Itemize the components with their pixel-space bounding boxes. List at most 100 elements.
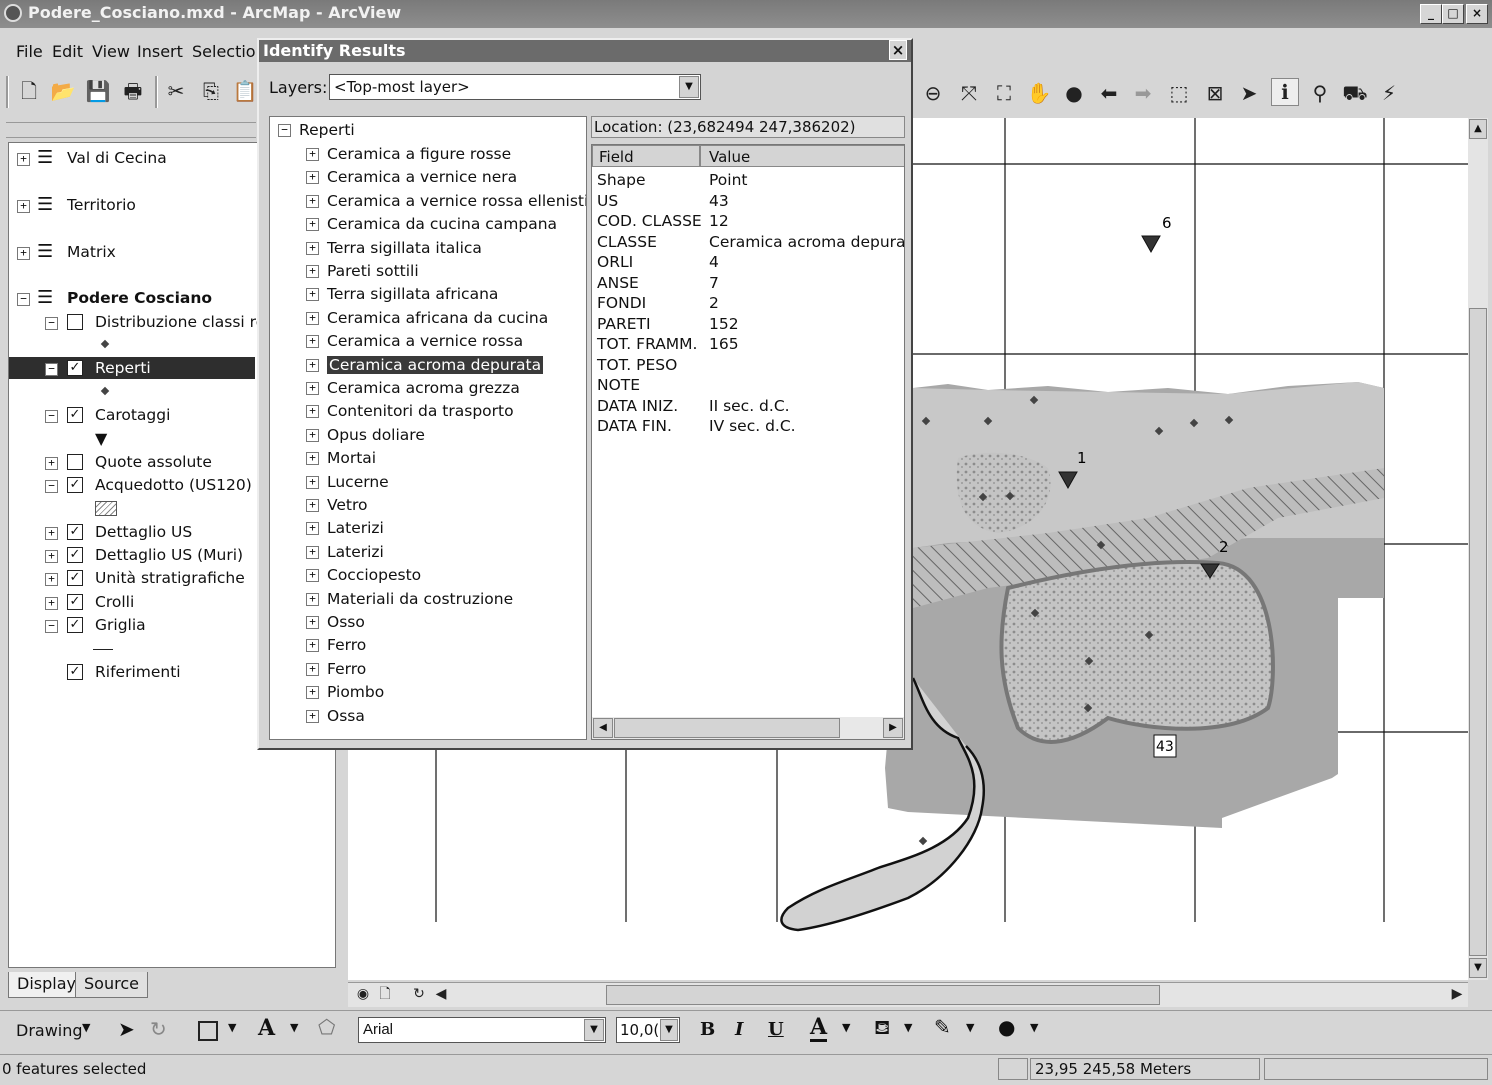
italic-button[interactable]: I — [735, 1019, 743, 1040]
expander[interactable]: + — [45, 550, 58, 563]
open-folder-icon[interactable]: 📂 — [50, 78, 76, 104]
expander[interactable]: + — [45, 573, 58, 586]
expand-icon[interactable]: + — [306, 358, 319, 372]
layer-unita-stratigrafiche[interactable]: Unità stratigrafiche — [95, 569, 245, 587]
chevron-down-icon[interactable]: ▼ — [679, 76, 699, 98]
chevron-down-icon[interactable]: ▼ — [660, 1019, 678, 1041]
expand-icon[interactable]: + — [306, 148, 319, 161]
expand-icon[interactable]: + — [306, 709, 319, 723]
bold-button[interactable]: B — [700, 1019, 715, 1040]
vertical-scrollbar[interactable]: ▲ ▼ — [1468, 118, 1488, 980]
tree-item[interactable]: + Ossa — [306, 707, 365, 725]
full-extent-globe-icon[interactable]: ● — [1061, 80, 1087, 106]
tree-item[interactable]: + Lucerne — [306, 473, 389, 491]
expand-icon[interactable]: + — [306, 335, 319, 349]
expand-icon[interactable]: + — [306, 241, 319, 255]
expander[interactable]: − — [45, 480, 58, 493]
layer-checkbox[interactable]: ✓ — [67, 360, 83, 376]
tree-item[interactable]: + Terra sigillata italica — [306, 239, 482, 257]
group-val-di-cecina[interactable]: Val di Cecina — [67, 149, 167, 167]
line-color-icon[interactable]: ✎ — [934, 1015, 951, 1039]
restore-button[interactable]: □ — [1442, 4, 1464, 24]
tree-item[interactable]: + Ferro — [306, 660, 366, 678]
close-window-button[interactable]: × — [1466, 4, 1488, 24]
tree-item[interactable]: + Opus doliare — [306, 426, 425, 444]
scroll-right-icon[interactable]: ▶ — [883, 718, 903, 738]
layer-checkbox[interactable]: ✓ — [67, 664, 83, 680]
paste-icon[interactable]: 📋 — [232, 78, 258, 104]
tree-item[interactable]: + Ceramica a vernice rossa ellenistica — [306, 192, 586, 210]
marker-color-icon[interactable]: ● — [998, 1015, 1015, 1039]
expand-icon[interactable]: + — [306, 686, 319, 700]
scroll-left-icon[interactable]: ◀ — [428, 981, 454, 1007]
layer-checkbox[interactable]: ✓ — [67, 570, 83, 586]
scroll-up-icon[interactable]: ▲ — [1469, 119, 1487, 139]
tab-source[interactable]: Source — [75, 972, 148, 998]
expand-icon[interactable]: + — [306, 522, 319, 536]
layer-reperti[interactable]: Reperti — [95, 359, 151, 377]
select-features-icon[interactable]: ⬚ — [1166, 80, 1192, 106]
layer-dettaglio-us-muri[interactable]: Dettaglio US (Muri) — [95, 546, 243, 564]
expand-icon[interactable]: + — [306, 662, 319, 676]
expand-icon[interactable]: + — [306, 428, 319, 442]
zoom-out-icon[interactable]: ⊖ — [920, 80, 946, 106]
layer-checkbox[interactable]: ✓ — [67, 594, 83, 610]
expand-icon[interactable]: + — [306, 218, 319, 232]
chevron-down-icon[interactable]: ▼ — [1030, 1021, 1038, 1034]
select-elements-arrow-icon[interactable]: ➤ — [1236, 80, 1262, 106]
group-territorio[interactable]: Territorio — [67, 196, 136, 214]
expander[interactable]: + — [45, 527, 58, 540]
layout-view-icon[interactable]: 🗋 — [372, 981, 398, 1007]
clear-selection-icon[interactable]: ⊠ — [1202, 80, 1228, 106]
expand-icon[interactable]: + — [306, 452, 319, 466]
chevron-down-icon[interactable]: ▼ — [904, 1021, 912, 1034]
chevron-down-icon[interactable]: ▼ — [584, 1019, 604, 1041]
expand-icon[interactable]: + — [306, 194, 319, 208]
tree-item[interactable]: + Mortai — [306, 449, 376, 467]
underline-button[interactable]: U — [768, 1019, 784, 1040]
find-binoculars-icon[interactable]: ⚲ — [1307, 80, 1333, 106]
expander[interactable]: − — [45, 410, 58, 423]
tree-item[interactable]: + Ceramica acroma grezza — [306, 379, 520, 397]
tree-item[interactable]: + Terra sigillata africana — [306, 285, 498, 303]
scroll-right-icon[interactable]: ▶ — [1444, 981, 1470, 1007]
chevron-down-icon[interactable]: ▼ — [842, 1021, 850, 1034]
expand-icon[interactable]: + — [306, 475, 319, 489]
horizontal-scroll-thumb[interactable] — [606, 985, 1160, 1005]
layer-carotaggi[interactable]: Carotaggi — [95, 406, 170, 424]
expander[interactable]: + — [45, 457, 58, 470]
expander[interactable]: − — [45, 317, 58, 330]
tree-item[interactable]: + Materiali da costruzione — [306, 590, 513, 608]
menu-insert[interactable]: Insert — [137, 42, 183, 61]
expand-icon[interactable]: + — [306, 616, 319, 629]
layer-acquedotto[interactable]: Acquedotto (US120) — [95, 476, 252, 494]
identify-icon[interactable]: ℹ — [1271, 78, 1299, 106]
tree-root[interactable]: − Reperti — [278, 121, 355, 139]
tree-item[interactable]: + Ceramica africana da cucina — [306, 309, 548, 327]
tree-item[interactable]: + Ceramica da cucina campana — [306, 215, 557, 233]
fixed-zoom-out-icon[interactable]: ⛶ — [991, 80, 1017, 106]
table-hscrollbar[interactable]: ◀ ▶ — [592, 717, 904, 739]
expander[interactable]: − — [45, 363, 58, 376]
scroll-thumb[interactable] — [1469, 308, 1487, 956]
hyperlink-lightning-icon[interactable]: ⚡ — [1376, 80, 1402, 106]
select-arrow-icon[interactable]: ➤ — [118, 1017, 135, 1041]
layers-dropdown[interactable]: <Top-most layer> ▼ — [329, 74, 701, 100]
tree-item[interactable]: + Contenitori da trasporto — [306, 402, 514, 420]
back-arrow-icon[interactable]: ⬅ — [1096, 80, 1122, 106]
expander[interactable]: + — [17, 153, 30, 166]
font-size-select[interactable]: 10,0( ▼ — [616, 1017, 680, 1043]
tree-item[interactable]: + Cocciopesto — [306, 566, 421, 584]
expand-icon[interactable]: + — [306, 545, 319, 559]
rotate-icon[interactable]: ↻ — [150, 1017, 167, 1041]
chevron-down-icon[interactable]: ▼ — [966, 1021, 974, 1034]
rectangle-icon[interactable] — [198, 1021, 218, 1041]
table-scroll-thumb[interactable] — [614, 718, 840, 738]
expand-icon[interactable]: + — [306, 288, 319, 302]
layer-checkbox[interactable] — [67, 454, 83, 470]
expand-icon[interactable]: + — [306, 499, 319, 512]
menu-view[interactable]: View — [92, 42, 130, 61]
tree-item[interactable]: + Piombo — [306, 683, 384, 701]
layer-checkbox[interactable] — [67, 314, 83, 330]
layer-riferimenti[interactable]: Riferimenti — [95, 663, 181, 681]
